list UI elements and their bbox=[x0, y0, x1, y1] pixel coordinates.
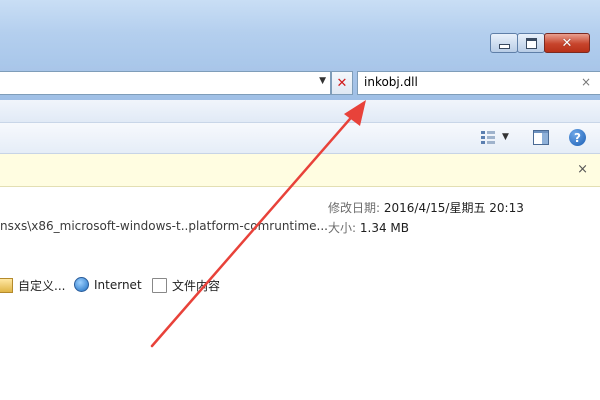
minimize-button[interactable] bbox=[490, 33, 518, 53]
search-file-contents-label: 文件内容 bbox=[172, 279, 221, 293]
search-internet-label: Internet bbox=[94, 277, 142, 292]
maximize-button[interactable] bbox=[517, 33, 545, 53]
help-icon[interactable]: ? bbox=[569, 129, 586, 146]
window-title-bar: ✕ bbox=[0, 0, 600, 66]
views-icon[interactable] bbox=[481, 131, 495, 145]
stop-search-button[interactable]: ✕ bbox=[331, 71, 353, 95]
modified-date: 修改日期: 2016/4/15/星期五 20:13 bbox=[328, 199, 524, 216]
search-custom-label: 自定义... bbox=[18, 279, 66, 293]
search-box[interactable]: inkobj.dll × bbox=[357, 71, 600, 95]
close-window-button[interactable]: ✕ bbox=[544, 33, 590, 53]
menu-strip bbox=[0, 100, 600, 123]
stop-icon: ✕ bbox=[336, 75, 348, 91]
modified-label: 修改日期: bbox=[328, 201, 381, 215]
info-bar: × bbox=[0, 154, 600, 187]
command-bar: ▼ ? bbox=[0, 123, 600, 154]
file-size: 大小: 1.34 MB bbox=[328, 219, 409, 236]
maximize-icon bbox=[525, 37, 537, 49]
caption-buttons: ✕ bbox=[490, 33, 590, 53]
clear-search-icon[interactable]: × bbox=[581, 75, 591, 89]
search-file-contents-link[interactable]: 文件内容 bbox=[152, 277, 220, 294]
views-dropdown-icon[interactable]: ▼ bbox=[502, 132, 509, 142]
close-info-bar-icon[interactable]: × bbox=[577, 162, 588, 177]
result-path[interactable]: nsxs\x86_microsoft-windows-t..platform-c… bbox=[0, 219, 328, 233]
search-custom-link[interactable]: 自定义... bbox=[0, 277, 65, 294]
size-label: 大小: bbox=[328, 221, 357, 235]
modified-value: 2016/4/15/星期五 20:13 bbox=[383, 201, 524, 215]
close-icon: ✕ bbox=[561, 35, 573, 51]
size-value: 1.34 MB bbox=[359, 221, 409, 235]
library-icon bbox=[0, 278, 13, 293]
navigation-bar: ▼ ✕ inkobj.dll × bbox=[0, 66, 600, 100]
search-input[interactable]: inkobj.dll bbox=[364, 75, 418, 89]
internet-icon bbox=[74, 277, 89, 292]
document-icon bbox=[152, 278, 167, 293]
minimize-icon bbox=[498, 43, 510, 49]
search-again-bar: 自定义... Internet 文件内容 bbox=[0, 277, 600, 297]
search-internet-link[interactable]: Internet bbox=[74, 277, 142, 292]
chevron-down-icon[interactable]: ▼ bbox=[319, 76, 326, 86]
preview-pane-icon[interactable] bbox=[533, 130, 549, 145]
address-bar[interactable]: ▼ bbox=[0, 71, 331, 95]
